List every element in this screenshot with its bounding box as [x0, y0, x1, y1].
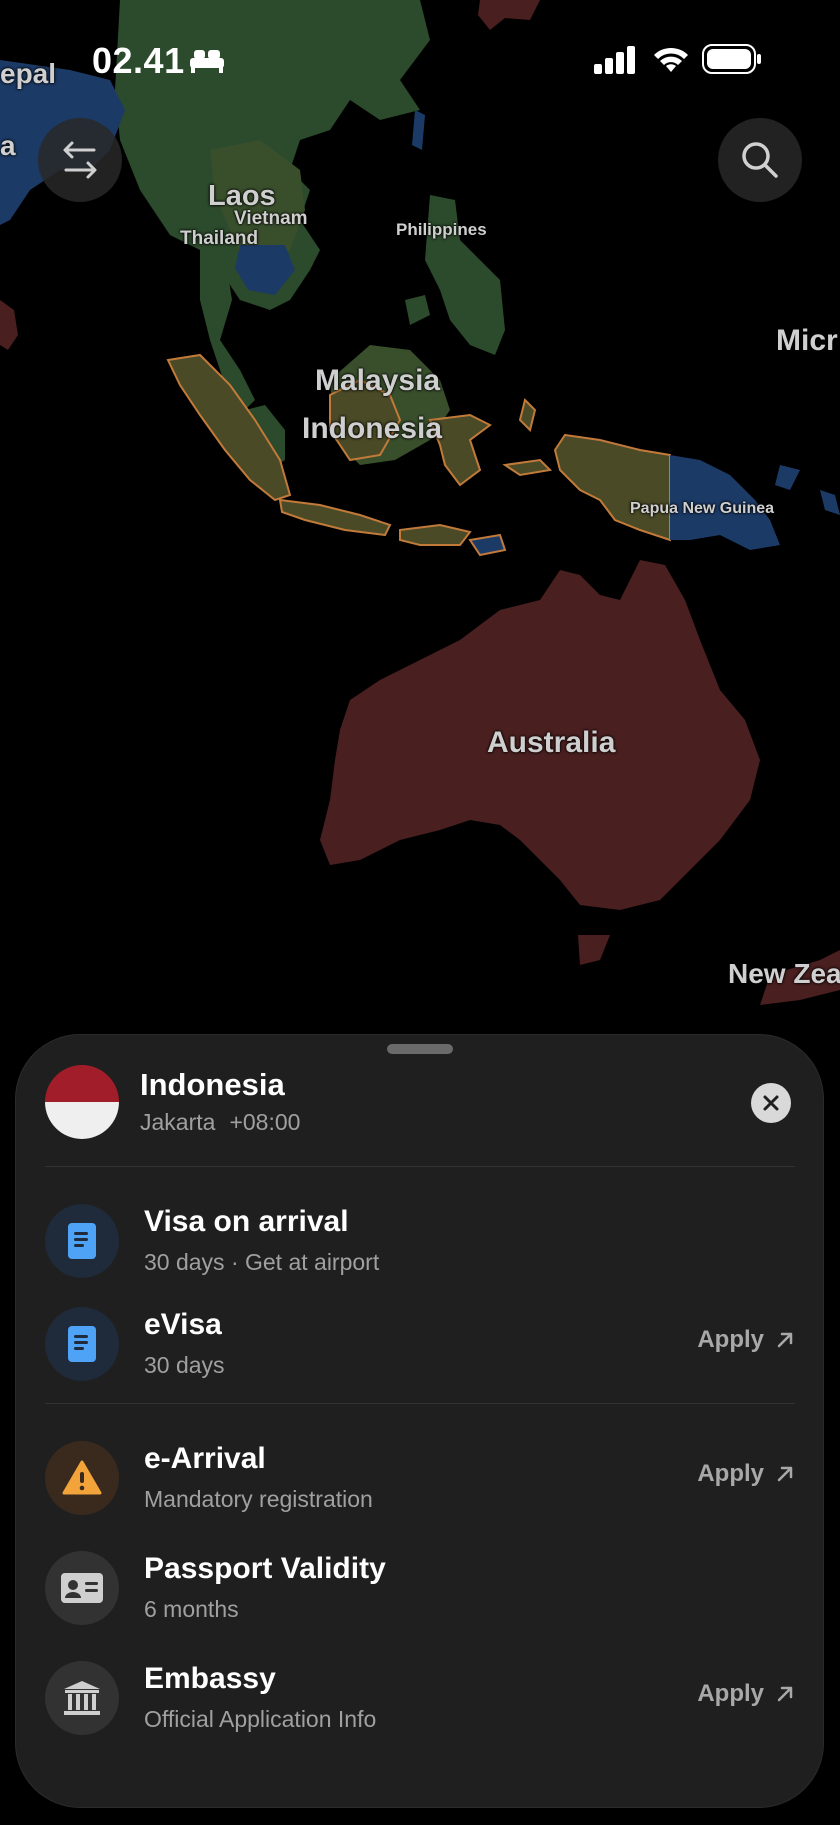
apply-label: Apply — [697, 1326, 764, 1353]
map-label-india: a — [0, 130, 16, 161]
country-name: Indonesia — [140, 1067, 285, 1102]
search-icon — [742, 142, 778, 178]
warning-icon — [45, 1441, 119, 1515]
map-label-malaysia: Malaysia — [315, 364, 441, 397]
map-label-new-zealand: New Zea — [728, 958, 840, 989]
item-title: Visa on arrival — [144, 1205, 349, 1238]
divider — [45, 1403, 795, 1404]
swap-direction-button[interactable] — [38, 118, 122, 202]
map-label-philippines: Philippines — [396, 220, 487, 239]
apply-link[interactable]: Apply — [697, 1680, 794, 1708]
document-icon — [45, 1204, 119, 1278]
wifi-icon — [654, 47, 688, 72]
id-card-icon — [45, 1551, 119, 1625]
close-icon — [763, 1095, 779, 1111]
timezone: +08:00 — [229, 1109, 301, 1135]
sleep-mode-icon — [190, 50, 224, 73]
status-time: 02.41 — [92, 40, 185, 81]
map-label-png: Papua New Guinea — [630, 500, 775, 517]
external-arrow-icon — [777, 1332, 793, 1348]
close-button[interactable] — [751, 1083, 791, 1123]
list-item-e-arrival[interactable]: e-Arrival Mandatory registration Apply — [16, 1432, 823, 1524]
item-title: e-Arrival — [144, 1442, 266, 1475]
item-title: eVisa — [144, 1308, 222, 1341]
apply-label: Apply — [697, 1460, 764, 1487]
list-item-embassy[interactable]: Embassy Official Application Info Apply — [16, 1652, 823, 1744]
item-subtitle: 6 months — [144, 1596, 239, 1622]
map-region-java — [278, 498, 392, 537]
map-label-micronesia: Micr — [776, 324, 838, 357]
country-subtitle: Jakarta +08:00 — [140, 1109, 300, 1136]
item-subtitle: Official Application Info — [144, 1706, 377, 1732]
swap-arrows-icon — [63, 141, 97, 179]
apply-link[interactable]: Apply — [697, 1460, 794, 1488]
cellular-signal-icon — [594, 46, 635, 74]
apply-label: Apply — [697, 1680, 764, 1707]
list-item-visa-on-arrival[interactable]: Visa on arrival 30 days · Get at airport — [16, 1195, 823, 1287]
battery-icon — [702, 44, 761, 74]
divider — [45, 1166, 795, 1167]
sheet-grabber[interactable] — [387, 1044, 453, 1054]
capital-city: Jakarta — [140, 1109, 216, 1135]
country-detail-sheet: Indonesia Jakarta +08:00 Visa on arrival … — [16, 1035, 823, 1807]
indonesia-flag-icon — [45, 1065, 119, 1139]
document-icon — [45, 1307, 119, 1381]
map-label-vietnam: Vietnam — [234, 208, 308, 229]
map-label-thailand: Thailand — [180, 228, 259, 249]
item-subtitle: 30 days — [144, 1352, 225, 1378]
list-item-passport-validity[interactable]: Passport Validity 6 months — [16, 1542, 823, 1634]
apply-link[interactable]: Apply — [697, 1326, 794, 1354]
map-label-australia: Australia — [487, 726, 616, 759]
status-bar: 02.41 — [0, 0, 840, 120]
external-arrow-icon — [777, 1466, 793, 1482]
bank-icon — [45, 1661, 119, 1735]
item-subtitle: 30 days · Get at airport — [144, 1249, 380, 1275]
search-button[interactable] — [718, 118, 802, 202]
item-subtitle: Mandatory registration — [144, 1486, 373, 1512]
map-label-indonesia: Indonesia — [302, 412, 443, 445]
map-region-philippines — [425, 195, 505, 355]
external-arrow-icon — [777, 1686, 793, 1702]
list-item-evisa[interactable]: eVisa 30 days Apply — [16, 1298, 823, 1390]
map-region-papua-indonesia — [553, 433, 671, 542]
item-title: Embassy — [144, 1662, 276, 1695]
item-title: Passport Validity — [144, 1552, 386, 1585]
